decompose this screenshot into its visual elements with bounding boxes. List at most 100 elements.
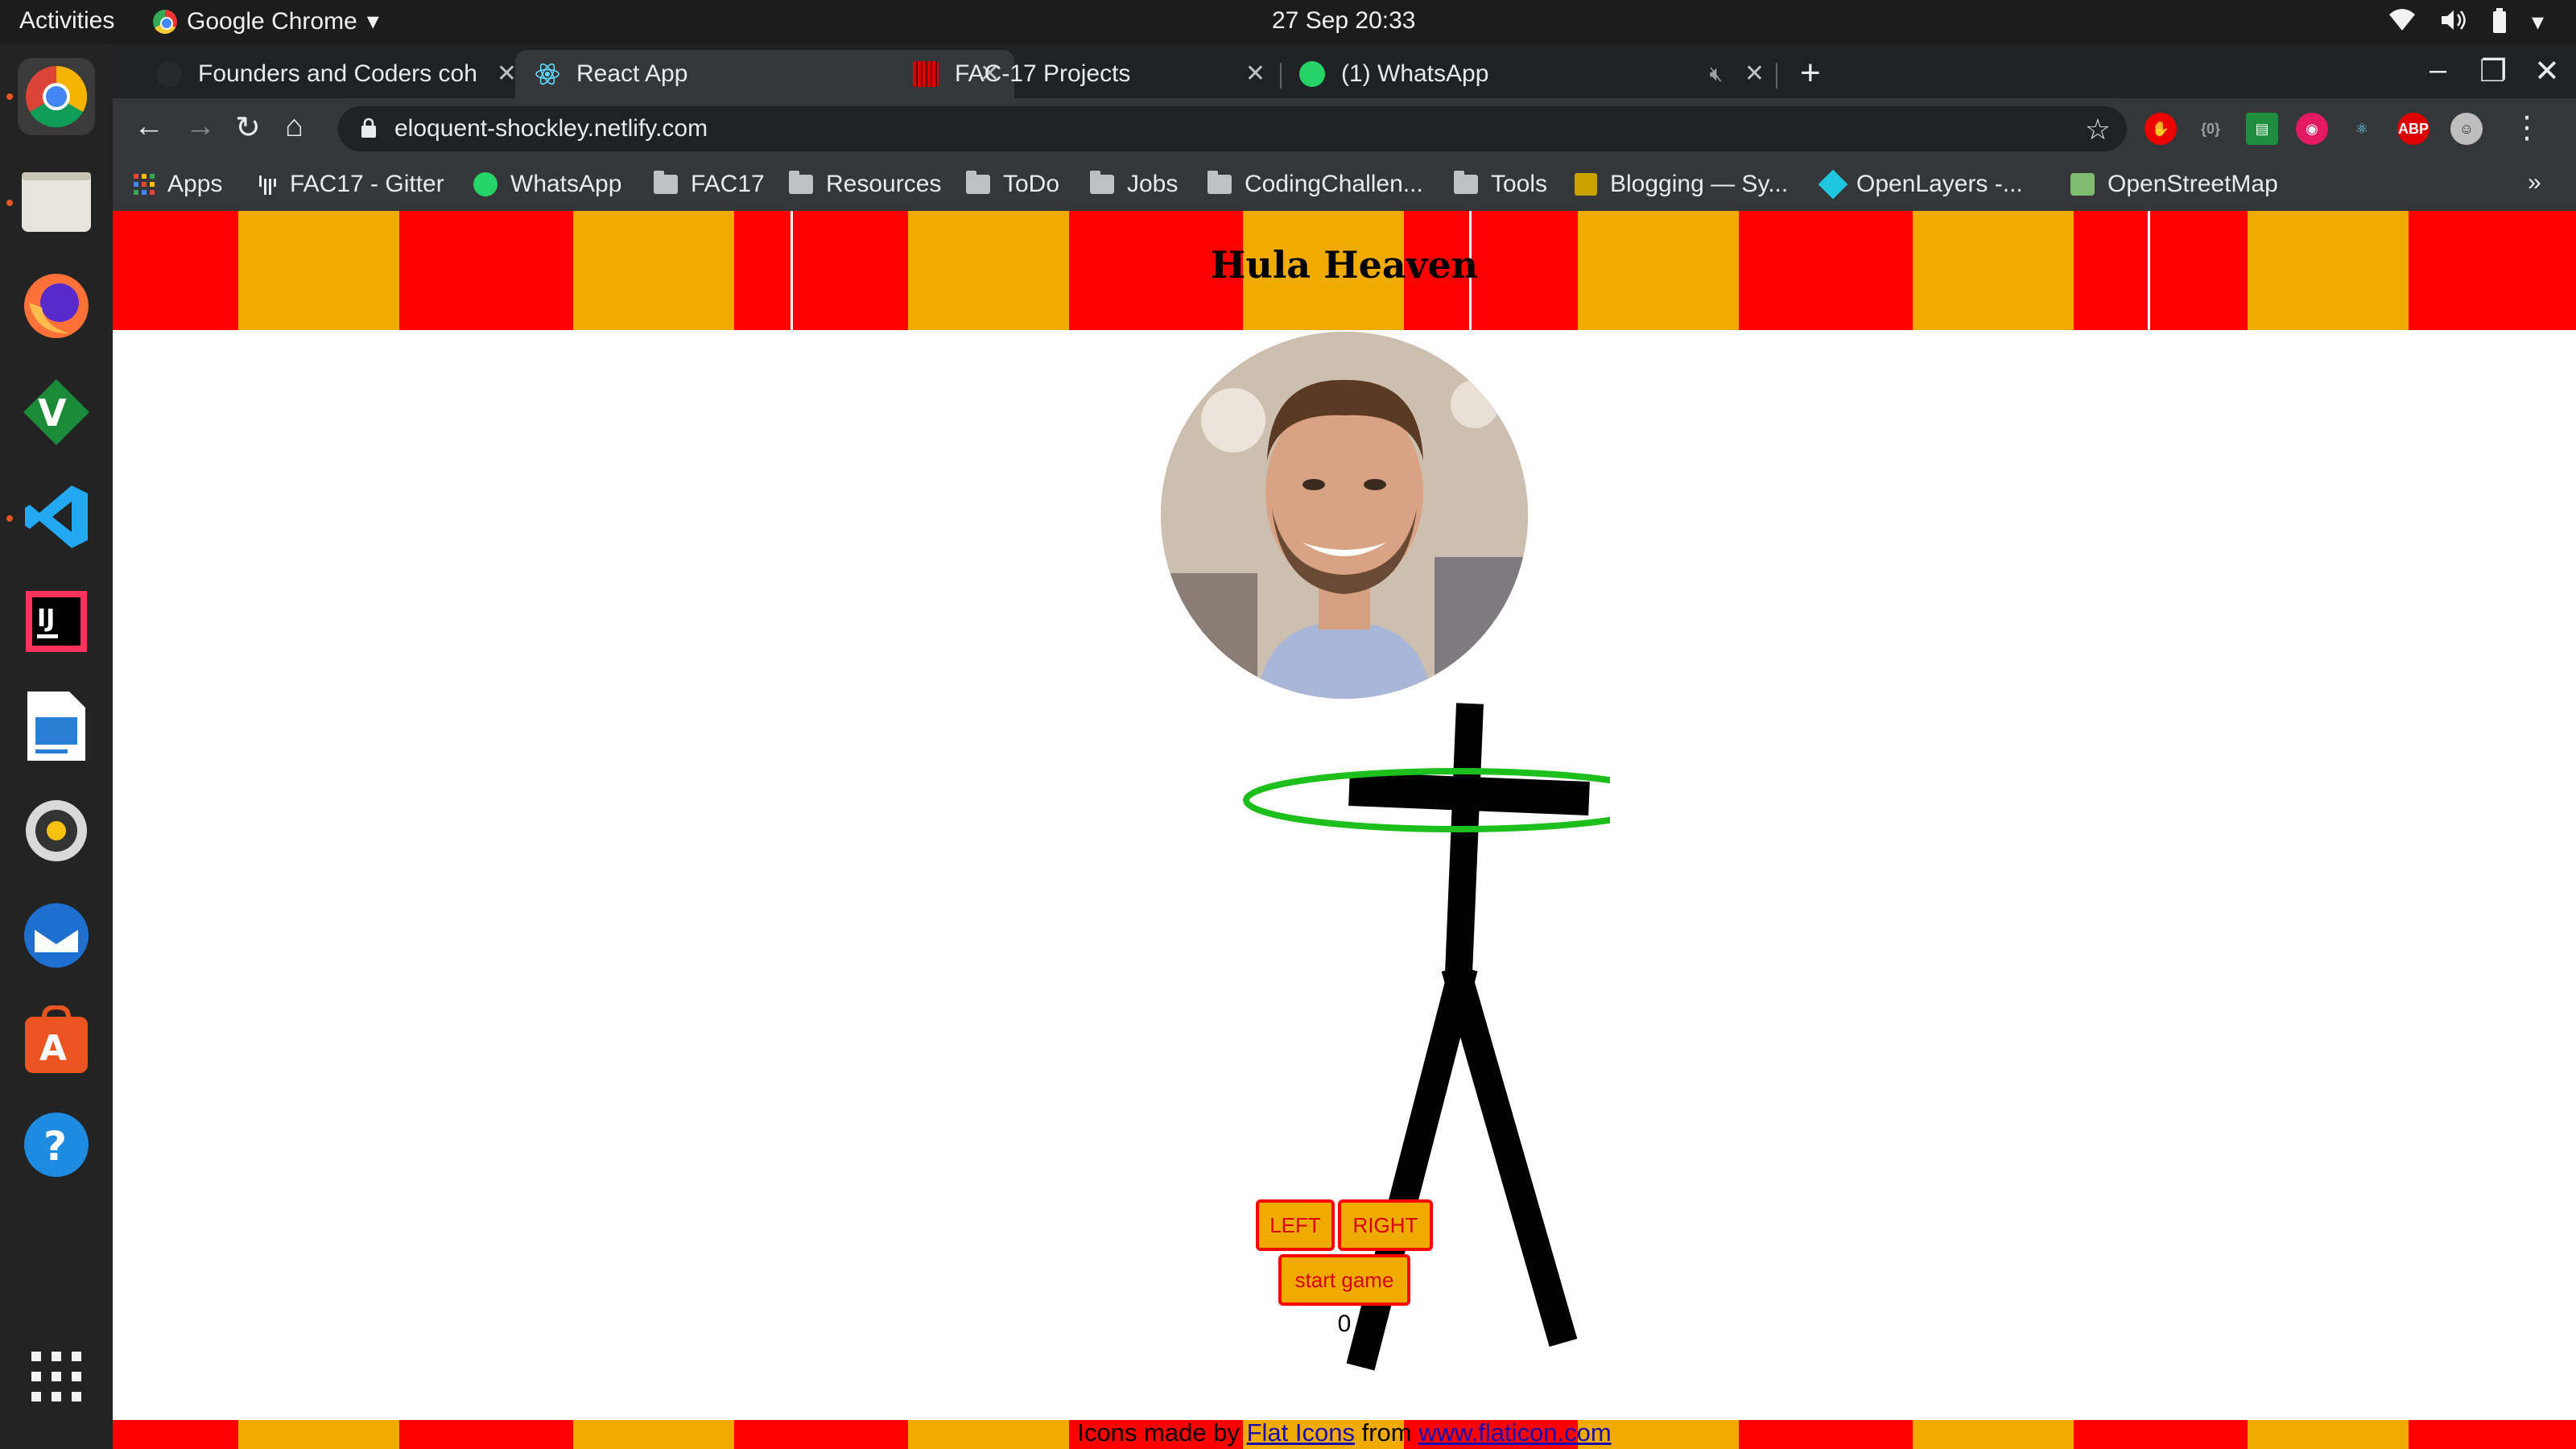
close-tab-icon[interactable]: ✕ [497,60,517,88]
home-button[interactable]: ⌂ [285,109,303,144]
activities-button[interactable]: Activities [19,7,114,35]
extension-braces-icon[interactable]: {0} [2194,113,2227,145]
clock[interactable]: 27 Sep 20:33 [1272,7,1416,35]
dock-rhythmbox[interactable] [18,792,95,869]
system-top-bar: Activities Google Chrome ▾ 27 Sep 20:33 … [0,0,2576,43]
bookmark-openstreetmap[interactable]: OpenStreetMap [2070,171,2278,198]
tab-founders-and-coders[interactable]: Founders and Coders coh ✕ [137,50,531,98]
dock-libreoffice-writer[interactable] [18,687,95,765]
tab-label: FAC-17 Projects [955,60,1131,87]
more-bookmarks-chevron-icon[interactable]: » [2528,169,2541,196]
bookmark-blogging[interactable]: Blogging — Sy... [1575,171,1788,198]
firefox-icon [24,274,89,338]
close-tab-icon[interactable]: ✕ [1744,60,1765,88]
openlayers-icon [1818,169,1848,200]
close-window-button[interactable]: ✕ [2534,53,2560,89]
dock-software-center[interactable]: A [18,1001,95,1079]
tab-fac17-projects[interactable]: FAC-17 Projects ✕ [894,50,1280,98]
syndication-icon [1575,173,1597,196]
running-indicator [6,200,13,206]
right-button[interactable]: RIGHT [1338,1199,1433,1251]
player-face-photo [1161,332,1528,699]
start-game-button[interactable]: start game [1278,1254,1410,1306]
tab-whatsapp[interactable]: (1) WhatsApp 🔇︎ ✕ [1280,50,1779,98]
left-button[interactable]: LEFT [1256,1199,1335,1251]
lock-icon [361,118,376,138]
bookmark-folder-coding-challenges[interactable]: CodingChallen... [1208,171,1423,198]
chrome-icon [153,9,177,34]
profile-avatar[interactable]: ☺ [2450,113,2483,145]
folder-icon [1208,171,1232,194]
react-icon [535,63,559,85]
minimize-button[interactable]: – [2429,53,2446,88]
tab-label: (1) WhatsApp [1341,60,1489,87]
bookmark-label: FAC17 - Gitter [290,171,444,197]
credit-middle: from [1361,1418,1412,1447]
restore-button[interactable]: ❐ [2479,53,2507,89]
react-devtools-icon[interactable]: ⚛ [2346,113,2378,145]
bookmark-apps[interactable]: Apps [134,171,222,198]
bookmark-folder-jobs[interactable]: Jobs [1090,171,1178,198]
fac-projects-icon [913,61,939,87]
bookmark-folder-todo[interactable]: ToDo [966,171,1059,198]
dock-thunderbird[interactable] [18,897,95,974]
close-tab-icon[interactable]: ✕ [1245,60,1265,88]
openstreetmap-icon [2070,173,2095,196]
svg-text:IJ: IJ [37,605,55,633]
chrome-menu-icon[interactable]: ⋮ [2512,109,2542,146]
url-text: eloquent-shockley.netlify.com [394,115,708,142]
browser-toolbar: ← → ↻ ⌂ eloquent-shockley.netlify.com ☆ … [113,98,2576,159]
tab-strip: Founders and Coders coh ✕ React App ✕ FA… [113,43,2576,98]
app-menu[interactable]: Google Chrome ▾ [153,7,379,35]
new-tab-button[interactable]: + [1800,53,1821,93]
address-bar[interactable]: eloquent-shockley.netlify.com ☆ [338,106,2127,151]
extension-pink-circle-icon[interactable]: ◉ [2296,113,2328,145]
system-tray[interactable]: ▾ [2388,8,2544,36]
thunderbird-icon [24,903,89,968]
bookmark-label: Tools [1491,171,1548,197]
muted-speaker-icon[interactable]: 🔇︎ [1710,61,1723,87]
bookmark-fac17-gitter[interactable]: FAC17 - Gitter [258,171,444,198]
forward-button[interactable]: → [185,109,216,144]
bookmark-folder-fac17[interactable]: FAC17 [654,171,765,198]
icon-credit: Icons made by Flat Icons from www.flatic… [113,1418,2576,1447]
bookmark-label: WhatsApp [510,171,622,197]
bookmark-folder-tools[interactable]: Tools [1454,171,1547,198]
bookmark-label: CodingChallen... [1245,171,1423,197]
page-viewport: Hula Heaven LEFT RIGHT start game 0 Icon [113,211,2576,1449]
tab-separator [1776,63,1777,89]
folder-icon [1454,171,1478,194]
credit-prefix: Icons made by [1077,1418,1240,1447]
whatsapp-icon [473,172,497,196]
page-title: Hula Heaven [1210,243,1479,287]
software-center-icon: A [25,1005,88,1073]
dock-vscode[interactable] [18,478,95,555]
bookmark-label: ToDo [1003,171,1060,197]
flaticon-link[interactable]: www.flaticon.com [1418,1418,1611,1447]
bookmark-label: Resources [826,171,942,197]
bookmark-star-icon[interactable]: ☆ [2085,113,2111,147]
extension-hand-icon[interactable]: ✋ [2145,113,2177,145]
wifi-icon [2388,9,2415,31]
adblock-plus-icon[interactable]: ABP [2397,113,2429,145]
bookmark-folder-resources[interactable]: Resources [789,171,941,198]
dock-firefox[interactable] [18,267,95,345]
dock-intellij[interactable]: IJ [18,583,95,660]
folder-icon [654,171,678,194]
bookmark-openlayers[interactable]: OpenLayers -... [1818,169,2023,200]
bookmark-whatsapp[interactable]: WhatsApp [473,171,621,198]
tab-label: React App [576,60,688,87]
running-indicator [6,515,13,522]
dock-files[interactable] [18,163,95,240]
extension-sheets-icon[interactable]: ▤ [2246,113,2278,145]
flat-icons-link[interactable]: Flat Icons [1247,1418,1355,1447]
back-button[interactable]: ← [134,109,164,144]
dock-chrome[interactable] [18,58,95,135]
show-applications-button[interactable] [18,1338,95,1415]
dock-help[interactable]: ? [18,1106,95,1183]
folder-icon [966,171,990,194]
folder-icon [1090,171,1114,194]
reload-button[interactable]: ↻ [235,109,261,146]
dock-vim[interactable]: V [18,374,95,451]
volume-icon [2441,10,2466,30]
